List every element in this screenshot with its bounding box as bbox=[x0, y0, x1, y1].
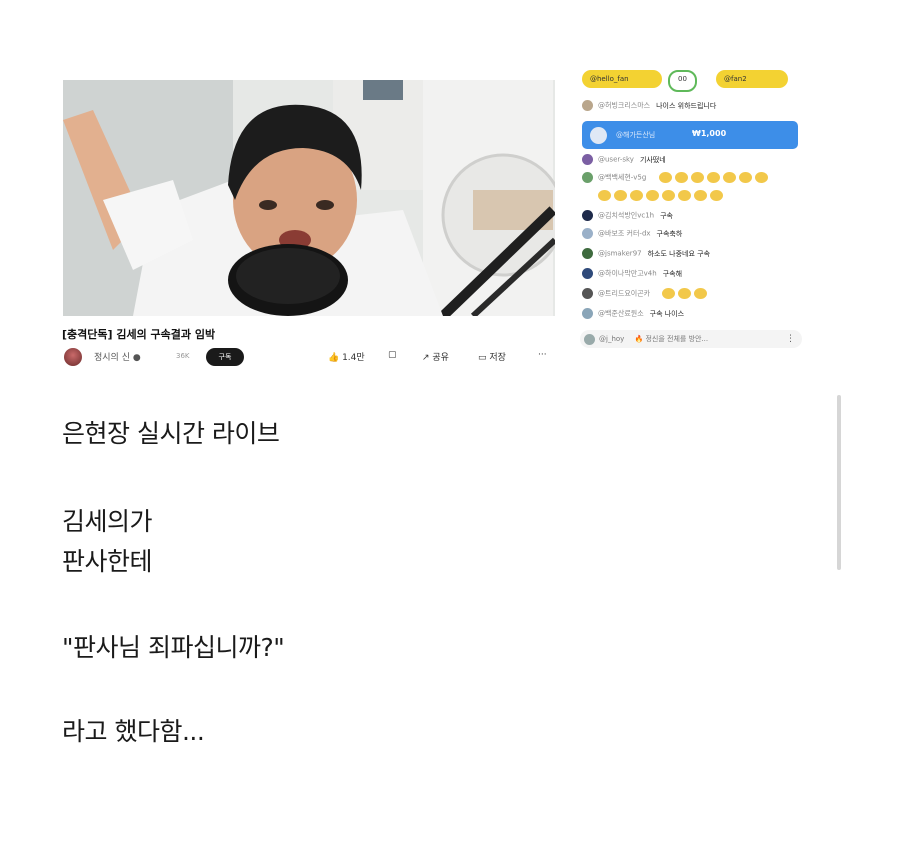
user-avatar bbox=[582, 288, 593, 299]
chat-text: 나이스 위하드립니다 bbox=[656, 101, 717, 110]
emoji-icon bbox=[678, 190, 691, 201]
chat-message: @김치석방인vc1h 구속 bbox=[582, 210, 673, 224]
post-text-line: "판사님 죄파십니까?" bbox=[62, 633, 285, 662]
post-text-line: 판사한테 bbox=[62, 547, 153, 576]
user-avatar bbox=[582, 154, 593, 165]
scrollbar[interactable] bbox=[837, 395, 841, 570]
chat-text: 구속축하 bbox=[656, 229, 683, 238]
emoji-icon bbox=[658, 172, 672, 183]
subscribe-button[interactable]: 구독 bbox=[206, 348, 244, 366]
chat-pill[interactable]: @fan2 bbox=[716, 70, 788, 88]
chat-input[interactable]: @j_hoy 🔥 정신을 전체를 방안... bbox=[580, 330, 802, 348]
video-player[interactable] bbox=[63, 80, 555, 316]
emoji-icon bbox=[694, 288, 708, 299]
save-button[interactable]: ▭ 저장 bbox=[478, 350, 506, 363]
chat-pill[interactable]: @hello_fan bbox=[582, 70, 662, 88]
user-avatar bbox=[582, 268, 593, 279]
user-avatar bbox=[582, 100, 593, 111]
save-label: 저장 bbox=[489, 353, 506, 363]
post-text-line: 라고 했다함... bbox=[62, 717, 205, 746]
post-text-line: 김세의가 bbox=[62, 507, 153, 536]
more-vert-icon[interactable]: ⋮ bbox=[786, 334, 795, 344]
share-button[interactable]: ↗ 공유 bbox=[422, 350, 449, 363]
chat-user: @허빙크리스마스 bbox=[598, 101, 651, 110]
emoji-icon bbox=[662, 288, 676, 299]
chat-message: @백백세현-v5g bbox=[582, 172, 771, 186]
user-avatar bbox=[582, 172, 593, 183]
emoji-icon bbox=[690, 172, 704, 183]
like-count: 1.4만 bbox=[342, 353, 365, 363]
chat-user: @백백세현-v5g bbox=[598, 173, 647, 182]
emoji-icon bbox=[662, 190, 675, 201]
chat-user: @바보조 커터-dx bbox=[598, 229, 651, 238]
superchat-amount: ₩1,000 bbox=[692, 129, 727, 138]
comment-icon: ▢ bbox=[388, 350, 397, 360]
chat-text: 구속해 bbox=[662, 269, 683, 278]
chat-input-user: @j_hoy bbox=[599, 335, 625, 343]
chat-pill[interactable]: 00 bbox=[668, 70, 697, 92]
chat-message: @바보조 커터-dx 구속축하 bbox=[582, 228, 682, 242]
more-actions-button[interactable]: ··· bbox=[538, 350, 547, 360]
post-text-line: 은현장 실시간 라이브 bbox=[62, 419, 280, 448]
superchat-message: @해가든산님 ₩1,000 bbox=[582, 121, 798, 149]
user-avatar bbox=[584, 333, 595, 345]
chat-message: @트리드요이곤카 bbox=[582, 288, 710, 302]
emoji-row bbox=[658, 172, 771, 183]
emoji-icon bbox=[706, 172, 720, 183]
chat-text: 기사떴네 bbox=[639, 155, 666, 164]
chat-message: @허빙크리스마스 나이스 위하드립니다 bbox=[582, 100, 716, 114]
emoji-icon bbox=[738, 172, 752, 183]
bookmark-icon: ▭ bbox=[478, 353, 490, 363]
chat-text: 구속 나이스 bbox=[649, 309, 685, 318]
chat-message: @jsmaker97 하소도 나중네요 구속 bbox=[582, 248, 710, 262]
chat-text: 하소도 나중네요 구속 bbox=[647, 249, 711, 258]
emoji-icon bbox=[630, 190, 643, 201]
superchat-user: @해가든산님 bbox=[616, 131, 656, 139]
user-avatar bbox=[582, 248, 593, 259]
live-chat-panel: @hello_fan 00 @fan2 @허빙크리스마스 나이스 위하드립니다 @… bbox=[576, 68, 814, 358]
emoji-icon bbox=[614, 190, 627, 201]
share-icon: ↗ bbox=[422, 353, 433, 363]
share-label: 공유 bbox=[432, 353, 449, 363]
emoji-icon bbox=[674, 172, 688, 183]
chat-user: @jsmaker97 bbox=[598, 249, 642, 258]
thumb-up-icon: 👍 bbox=[328, 353, 343, 363]
user-avatar bbox=[582, 308, 593, 319]
video-title[interactable]: [충격단독] 김세의 구속결과 임박 bbox=[62, 326, 215, 342]
dislike-button[interactable]: ▢ bbox=[388, 350, 397, 360]
chat-message: @백준산료원소 구속 나이스 bbox=[582, 308, 684, 322]
emoji-icon bbox=[710, 190, 723, 201]
emoji-icon bbox=[722, 172, 736, 183]
chat-message: @하이나막만고v4h 구속해 bbox=[582, 268, 682, 282]
emoji-icon bbox=[598, 190, 611, 201]
channel-name[interactable]: 정시의 신 ● bbox=[94, 350, 141, 363]
channel-avatar[interactable] bbox=[64, 348, 82, 366]
chat-user: @하이나막만고v4h bbox=[598, 269, 657, 278]
emoji-icon bbox=[694, 190, 707, 201]
user-avatar bbox=[582, 210, 593, 221]
channel-row: 정시의 신 ● 36K 구독 👍 1.4만 ▢ ↗ 공유 ▭ 저장 ··· bbox=[62, 346, 562, 366]
superchat-avatar bbox=[590, 127, 607, 144]
emoji-icon bbox=[646, 190, 659, 201]
chat-input-text: 🔥 정신을 전체를 방안... bbox=[634, 335, 709, 343]
emoji-icon bbox=[678, 288, 692, 299]
subscriber-count: 36K bbox=[176, 352, 190, 360]
chat-message: @user-sky 기사떴네 bbox=[582, 154, 666, 168]
video-frame bbox=[63, 80, 555, 316]
like-button[interactable]: 👍 1.4만 bbox=[328, 350, 365, 363]
emoji-row bbox=[662, 288, 710, 299]
emoji-row bbox=[598, 190, 726, 204]
chat-text: 구속 bbox=[660, 211, 673, 220]
user-avatar bbox=[582, 228, 593, 239]
chat-user: @user-sky bbox=[598, 155, 634, 164]
chat-user: @백준산료원소 bbox=[598, 309, 644, 318]
chat-user: @트리드요이곤카 bbox=[598, 289, 651, 298]
emoji-icon bbox=[754, 172, 768, 183]
chat-user: @김치석방인vc1h bbox=[598, 211, 655, 220]
